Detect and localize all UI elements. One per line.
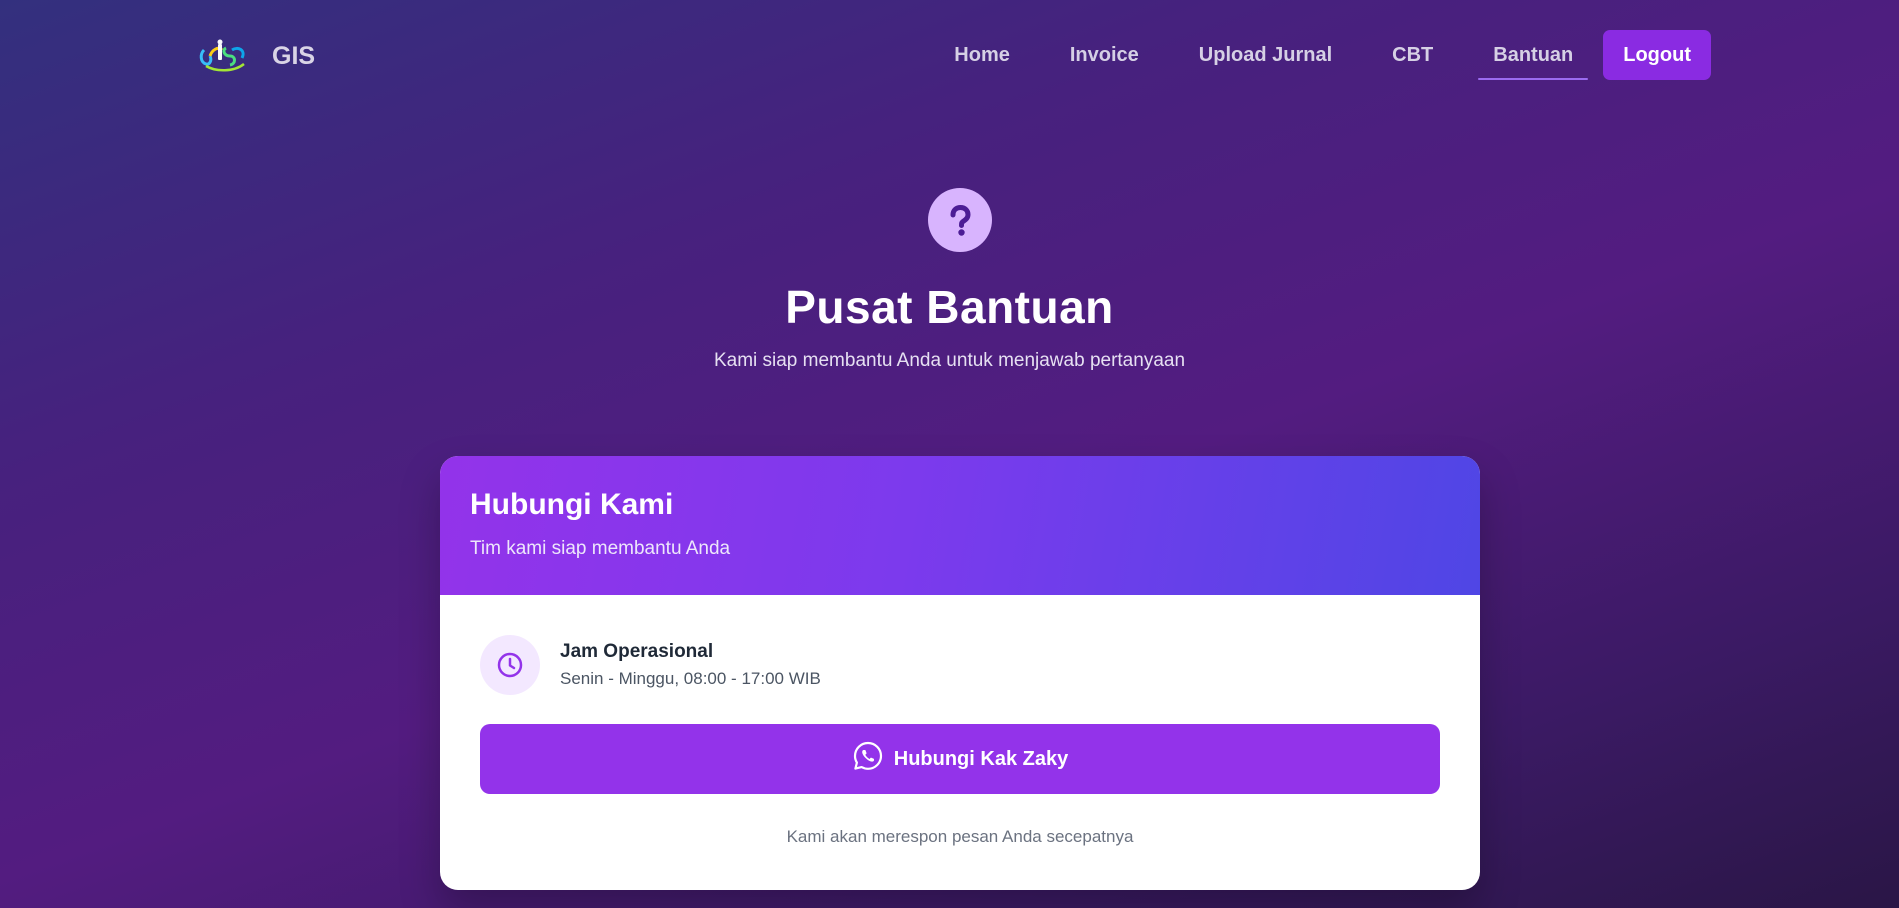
operating-hours: Jam Operasional Senin - Minggu, 08:00 - …	[480, 635, 1440, 695]
gis-logo-icon	[198, 36, 252, 76]
clock-icon	[480, 635, 540, 695]
whatsapp-contact-button[interactable]: Hubungi Kak Zaky	[480, 724, 1440, 794]
card-header: Hubungi Kami Tim kami siap membantu Anda	[440, 456, 1480, 595]
nav-home[interactable]: Home	[939, 30, 1025, 80]
whatsapp-contact-label: Hubungi Kak Zaky	[893, 747, 1069, 770]
page-title: Pusat Bantuan	[785, 281, 1114, 333]
navbar: GIS Home Invoice Upload Jurnal CBT Bantu…	[0, 0, 1899, 110]
question-circle-icon	[928, 188, 992, 252]
main-nav: Home Invoice Upload Jurnal CBT Bantuan L…	[939, 30, 1711, 80]
brand-name: GIS	[272, 41, 316, 70]
card-title: Hubungi Kami	[470, 488, 674, 521]
nav-bantuan[interactable]: Bantuan	[1478, 30, 1589, 80]
operating-hours-value: Senin - Minggu, 08:00 - 17:00 WIB	[560, 669, 821, 688]
operating-hours-text: Jam Operasional Senin - Minggu, 08:00 - …	[560, 641, 821, 689]
nav-upload-jurnal[interactable]: Upload Jurnal	[1184, 30, 1347, 80]
logout-button[interactable]: Logout	[1603, 30, 1711, 80]
nav-invoice[interactable]: Invoice	[1055, 30, 1154, 80]
operating-hours-title: Jam Operasional	[560, 641, 714, 662]
brand[interactable]: GIS	[198, 30, 315, 82]
page-subtitle: Kami siap membantu Anda untuk menjawab p…	[713, 350, 1186, 371]
response-note: Kami akan merespon pesan Anda secepatnya	[786, 827, 1134, 846]
card-body: Jam Operasional Senin - Minggu, 08:00 - …	[440, 595, 1480, 847]
nav-cbt[interactable]: CBT	[1377, 30, 1448, 80]
card-subtitle: Tim kami siap membantu Anda	[470, 538, 731, 559]
contact-card: Hubungi Kami Tim kami siap membantu Anda…	[440, 456, 1480, 890]
whatsapp-icon	[852, 740, 884, 778]
